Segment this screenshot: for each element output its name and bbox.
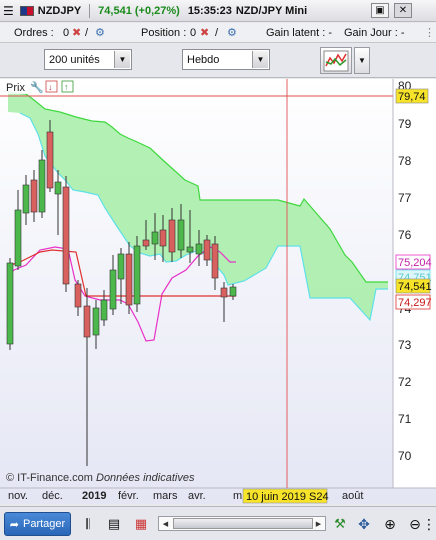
scroll-left-icon[interactable]: ◀ bbox=[159, 517, 172, 530]
timeframe-value: Hebdo bbox=[187, 53, 220, 66]
drawing-tools-icon[interactable]: ▦ bbox=[131, 513, 151, 535]
scroll-thumb[interactable] bbox=[173, 518, 313, 529]
close-position-icon[interactable]: ✖ bbox=[200, 26, 209, 39]
share-label: Partager bbox=[23, 518, 66, 530]
chart-settings-icon[interactable]: ⚒ bbox=[330, 513, 350, 535]
last-price: 74,541 bbox=[398, 281, 432, 293]
fit-icon[interactable]: ✥ bbox=[354, 513, 374, 535]
tick-label: 76 bbox=[398, 228, 412, 242]
chart-toolbar: 200 unités ▼ Hebdo ▼ ▼ bbox=[0, 44, 436, 78]
settings-gear-icon[interactable]: ⚙ bbox=[227, 26, 237, 39]
crosshair-date: 10 juin 2019 S24 bbox=[246, 491, 329, 503]
tick-label: 73 bbox=[398, 338, 412, 352]
disclaimer: Données indicatives bbox=[96, 472, 195, 484]
candle bbox=[6, 258, 14, 350]
tick-label: avr. bbox=[188, 490, 206, 502]
chart-type-icon bbox=[323, 50, 349, 71]
units-value: 200 unités bbox=[49, 53, 100, 66]
instrument-name: NZD/JPY Mini bbox=[235, 4, 308, 17]
scroll-right-icon[interactable]: ▶ bbox=[312, 517, 325, 530]
share-icon: ➦ bbox=[9, 518, 19, 531]
position-label: Position : bbox=[141, 26, 187, 39]
close-icon[interactable]: ✕ bbox=[394, 3, 412, 18]
crosshair-price: 79,74 bbox=[398, 91, 426, 103]
chevron-down-icon[interactable]: ▼ bbox=[252, 51, 268, 68]
restore-icon[interactable]: ▣ bbox=[371, 3, 389, 18]
indicator-icon[interactable]: 𝄃 bbox=[78, 513, 98, 535]
tick-label: 78 bbox=[398, 154, 412, 168]
price-change: 74,541 (+0,27%) bbox=[98, 4, 180, 17]
title-bar: ☰ NZDJPY 74,541 (+0,27%) 15:35:23 NZD/JP… bbox=[0, 0, 436, 22]
tick-label: août bbox=[342, 490, 363, 502]
candle bbox=[133, 236, 141, 312]
time-scrollbar[interactable]: ◀ ▶ bbox=[158, 516, 326, 531]
tick-label: 72 bbox=[398, 375, 412, 389]
orders-value: 0 bbox=[63, 26, 70, 39]
candle bbox=[38, 150, 46, 218]
orders-label: Ordres : bbox=[14, 26, 54, 39]
more-icon[interactable]: ⋮ bbox=[424, 26, 435, 39]
pnl-latent-label: Gain latent : - bbox=[266, 26, 333, 39]
separator bbox=[89, 3, 91, 18]
tick-label: 2019 bbox=[82, 490, 106, 502]
divider-text: / bbox=[215, 26, 219, 39]
order-list-icon[interactable]: ▤ bbox=[104, 513, 124, 535]
up-arrow-glyph: ↑ bbox=[64, 82, 69, 92]
cancel-orders-icon[interactable]: ✖ bbox=[72, 26, 81, 39]
more-icon[interactable]: ⋮ bbox=[422, 513, 436, 535]
tick-label: 79 bbox=[398, 117, 412, 131]
price-legend-label: Prix bbox=[6, 82, 25, 94]
chevron-down-icon[interactable]: ▼ bbox=[114, 51, 130, 68]
tick-label: nov. bbox=[8, 490, 28, 502]
bottom-toolbar: ➦ Partager 𝄃 ▤ ▦ ◀ ▶ ⚒ ✥ ⊕ ⊖ ⋮ bbox=[0, 506, 436, 540]
position-value: 0 bbox=[190, 26, 197, 39]
tick-label: mars bbox=[153, 490, 178, 502]
divider-text: / bbox=[85, 26, 89, 39]
chart-type-button[interactable] bbox=[320, 47, 352, 74]
clock-time: 15:35:23 bbox=[187, 4, 232, 17]
pnl-day-label: Gain Jour : - bbox=[344, 26, 405, 39]
chart-type-dropdown-button[interactable]: ▼ bbox=[354, 47, 370, 74]
zoom-in-icon[interactable]: ⊕ bbox=[380, 513, 400, 535]
candle bbox=[62, 176, 70, 292]
timeframe-select[interactable]: Hebdo ▼ bbox=[182, 49, 270, 70]
hamburger-icon[interactable]: ☰ bbox=[3, 4, 14, 18]
copyright: © IT-Finance.com bbox=[6, 472, 93, 484]
symbol-label: NZDJPY bbox=[37, 4, 82, 17]
down-arrow-glyph: ↓ bbox=[48, 82, 53, 92]
price-chart[interactable]: 80 79 78 77 76 75 74 73 72 71 70 79,74 7… bbox=[0, 79, 436, 504]
tick-label: 77 bbox=[398, 191, 412, 205]
tick-label: 70 bbox=[398, 449, 412, 463]
tick-label: m bbox=[233, 490, 242, 502]
kijun-price: 74,297 bbox=[398, 297, 432, 309]
tick-label: déc. bbox=[42, 490, 63, 502]
currency-flag-icon bbox=[19, 5, 34, 16]
tick-label: 71 bbox=[398, 412, 412, 426]
positions-bar: Ordres : 0 ✖ / ⚙ Position : 0 ✖ / ⚙ Gain… bbox=[0, 23, 436, 43]
wrench-icon[interactable]: 🔧 bbox=[30, 80, 44, 94]
units-select[interactable]: 200 unités ▼ bbox=[44, 49, 132, 70]
settings-gear-icon[interactable]: ⚙ bbox=[95, 26, 105, 39]
tenkan-price: 75,204 bbox=[398, 257, 432, 269]
share-button[interactable]: ➦ Partager bbox=[4, 512, 71, 536]
tick-label: févr. bbox=[118, 490, 139, 502]
